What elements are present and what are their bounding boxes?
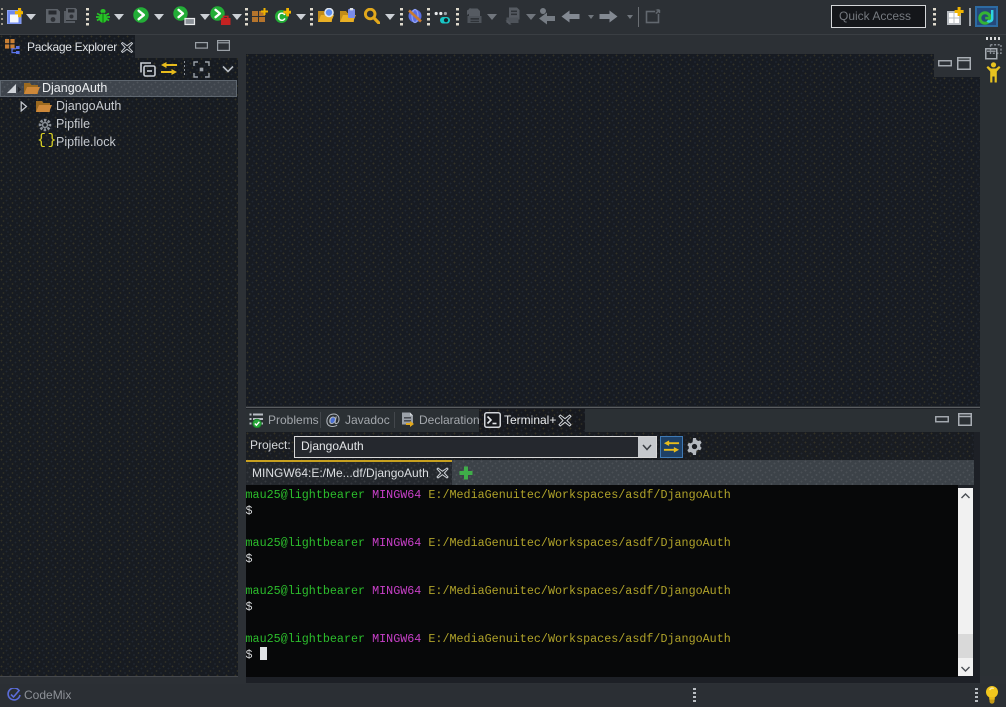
svg-text:@: @	[325, 412, 341, 428]
